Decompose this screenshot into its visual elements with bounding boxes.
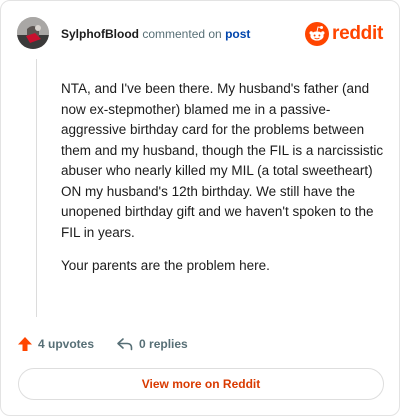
comment-paragraph: NTA, and I've been there. My husband's f… (61, 81, 384, 240)
reply-arrow-icon (117, 338, 133, 351)
upvote-arrow-icon (18, 337, 32, 351)
upvote-button[interactable]: 4 upvotes (17, 336, 94, 352)
thread-line (36, 59, 37, 317)
comment-actions: 4 upvotes 0 replies (17, 334, 210, 354)
post-link[interactable]: post (225, 27, 250, 41)
reply-count: 0 replies (139, 337, 188, 351)
comment-body: NTA, and I've been there. My husband's f… (61, 79, 387, 290)
username-link[interactable]: SylphofBlood (61, 27, 139, 41)
comment-meta: SylphofBlood commented on post (61, 27, 250, 41)
comment-header: SylphofBlood commented on post reddit (17, 17, 383, 51)
reddit-snoo-icon (305, 22, 330, 46)
reddit-wordmark: reddit (332, 23, 383, 44)
embedded-comment-card: SylphofBlood commented on post reddit NT… (0, 0, 400, 416)
comment-paragraph: Your parents are the problem here. (61, 258, 270, 273)
avatar-image (17, 17, 49, 49)
upvote-count: 4 upvotes (38, 337, 95, 351)
action-text: commented on (142, 27, 222, 41)
reddit-logo[interactable]: reddit (305, 21, 383, 47)
reply-button[interactable]: 0 replies (116, 336, 188, 352)
user-avatar[interactable] (17, 17, 49, 49)
view-more-button[interactable]: View more on Reddit (18, 368, 384, 400)
